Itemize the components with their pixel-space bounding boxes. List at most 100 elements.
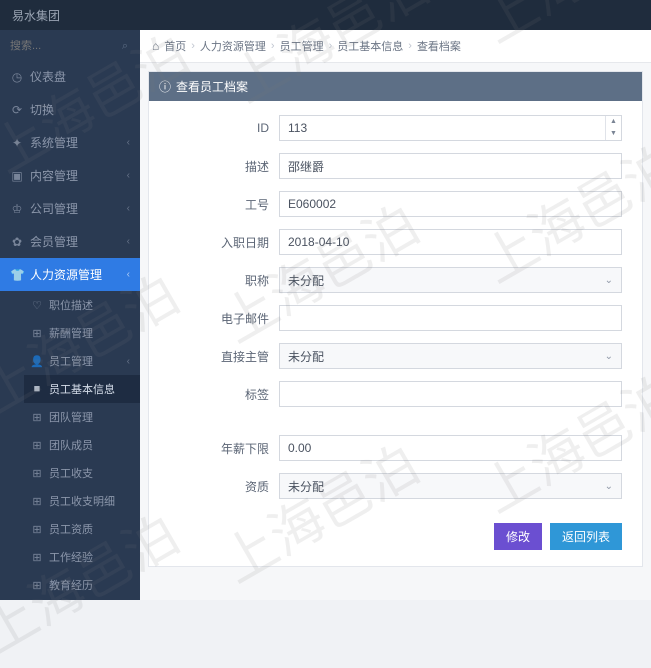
sidebar-sub-employee-basic[interactable]: ■ 员工基本信息 xyxy=(24,375,140,403)
grid-icon: ⊞ xyxy=(30,327,44,340)
sidebar-sub-team[interactable]: ⊞ 团队管理 xyxy=(24,403,140,431)
sidebar-item-switch[interactable]: ⟳ 切换 xyxy=(0,93,140,126)
select-supervisor[interactable]: 未分配 ⌄ xyxy=(279,343,622,369)
info-icon: ⓘ xyxy=(159,78,171,95)
form-row-email: 电子邮件 xyxy=(169,305,622,331)
sidebar-sub-qualification[interactable]: ⊞ 员工资质 xyxy=(24,515,140,543)
select-title[interactable]: 未分配 ⌄ xyxy=(279,267,622,293)
sidebar-item-member[interactable]: ✿ 会员管理 ‹ xyxy=(0,225,140,258)
label-desc: 描述 xyxy=(169,158,279,175)
chevron-down-icon: ⌄ xyxy=(605,351,613,362)
breadcrumb-item[interactable]: 员工基本信息 xyxy=(337,38,403,54)
grid-icon: ⊞ xyxy=(30,495,44,508)
home-icon[interactable]: ⌂ xyxy=(152,39,159,53)
switch-icon: ⟳ xyxy=(10,103,24,117)
button-row: 修改 返回列表 xyxy=(169,511,622,550)
input-tag[interactable] xyxy=(279,381,622,407)
grid-icon: ⊞ xyxy=(30,467,44,480)
input-id[interactable]: 113 ▲▼ xyxy=(279,115,622,141)
sidebar-item-label: 员工基本信息 xyxy=(49,381,115,397)
sidebar-sub-jobdesc[interactable]: ♡ 职位描述 xyxy=(24,291,140,319)
sidebar-item-label: 工作经验 xyxy=(49,549,93,565)
grid-icon: ⊞ xyxy=(30,439,44,452)
sidebar-sub-education[interactable]: ⊞ 教育经历 xyxy=(24,571,140,599)
sidebar-item-dashboard[interactable]: ◷ 仪表盘 xyxy=(0,60,140,93)
sidebar-sub-hr: ♡ 职位描述 ⊞ 薪酬管理 👤 员工管理 ‹ ■ 员工基本信息 ⊞ 团队管理 ⊞ xyxy=(0,291,140,600)
breadcrumb: ⌂ 首页 › 人力资源管理 › 员工管理 › 员工基本信息 › 查看档案 xyxy=(140,30,651,63)
sidebar-item-label: 公司管理 xyxy=(30,200,78,217)
panel: ⓘ 查看员工档案 ID 113 ▲▼ 描述 工号 xyxy=(148,71,643,567)
select-qual[interactable]: 未分配 ⌄ xyxy=(279,473,622,499)
label-email: 电子邮件 xyxy=(169,310,279,327)
sidebar-item-hr[interactable]: 👕 人力资源管理 ‹ xyxy=(0,258,140,291)
breadcrumb-home[interactable]: 首页 xyxy=(164,38,186,54)
heart-icon: ♡ xyxy=(30,299,44,312)
sidebar-sub-employee[interactable]: 👤 员工管理 ‹ xyxy=(24,347,140,375)
spin-down-icon[interactable]: ▼ xyxy=(606,128,621,140)
form-row-title: 职称 未分配 ⌄ xyxy=(169,267,622,293)
form-row-id: ID 113 ▲▼ xyxy=(169,115,622,141)
label-tag: 标签 xyxy=(169,386,279,403)
brand-title: 易水集团 xyxy=(12,7,60,24)
input-hiredate[interactable] xyxy=(279,229,622,255)
select-supervisor-value: 未分配 xyxy=(288,348,324,365)
label-empno: 工号 xyxy=(169,196,279,213)
chevron-down-icon: ⌄ xyxy=(605,275,613,286)
sidebar: ⌕ ◷ 仪表盘 ⟳ 切换 ✦ 系统管理 ‹ ▣ 内容管理 ‹ ♔ 公司管理 ‹ … xyxy=(0,30,140,600)
chevron-left-icon: ‹ xyxy=(127,170,130,181)
sidebar-item-label: 会员管理 xyxy=(30,233,78,250)
panel-body: ID 113 ▲▼ 描述 工号 入职日期 xyxy=(149,101,642,566)
square-icon: ■ xyxy=(30,383,44,395)
sidebar-item-label: 团队成员 xyxy=(49,437,93,453)
form-row-qual: 资质 未分配 ⌄ xyxy=(169,473,622,499)
sidebar-sub-team-member[interactable]: ⊞ 团队成员 xyxy=(24,431,140,459)
sidebar-item-label: 人力资源管理 xyxy=(30,266,102,283)
chevron-left-icon: ‹ xyxy=(127,203,130,214)
sidebar-item-label: 教育经历 xyxy=(49,577,93,593)
dashboard-icon: ◷ xyxy=(10,70,24,84)
select-title-value: 未分配 xyxy=(288,272,324,289)
sidebar-item-company[interactable]: ♔ 公司管理 ‹ xyxy=(0,192,140,225)
breadcrumb-item[interactable]: 员工管理 xyxy=(280,38,324,54)
content-icon: ▣ xyxy=(10,169,24,183)
sidebar-sub-experience[interactable]: ⊞ 工作经验 xyxy=(24,543,140,571)
input-id-value: 113 xyxy=(280,121,605,135)
grid-icon: ⊞ xyxy=(30,523,44,536)
system-icon: ✦ xyxy=(10,136,24,150)
search-input[interactable] xyxy=(10,40,130,52)
sidebar-item-label: 团队管理 xyxy=(49,409,93,425)
main-content: ⌂ 首页 › 人力资源管理 › 员工管理 › 员工基本信息 › 查看档案 ⓘ 查… xyxy=(140,30,651,600)
edit-button[interactable]: 修改 xyxy=(494,523,542,550)
sidebar-item-content[interactable]: ▣ 内容管理 ‹ xyxy=(0,159,140,192)
sidebar-item-label: 员工资质 xyxy=(49,521,93,537)
chevron-left-icon: ‹ xyxy=(127,269,130,280)
form-row-empno: 工号 xyxy=(169,191,622,217)
form-row-desc: 描述 xyxy=(169,153,622,179)
sidebar-item-label: 员工管理 xyxy=(49,353,93,369)
form-row-salary: 年薪下限 xyxy=(169,435,622,461)
input-email[interactable] xyxy=(279,305,622,331)
search-icon[interactable]: ⌕ xyxy=(122,40,128,53)
sidebar-item-label: 仪表盘 xyxy=(30,68,66,85)
sidebar-sub-income[interactable]: ⊞ 员工收支 xyxy=(24,459,140,487)
number-spinner[interactable]: ▲▼ xyxy=(605,116,621,140)
chevron-left-icon: ‹ xyxy=(127,236,130,247)
panel-header: ⓘ 查看员工档案 xyxy=(149,72,642,101)
sidebar-sub-income-detail[interactable]: ⊞ 员工收支明细 xyxy=(24,487,140,515)
sidebar-sub-salary[interactable]: ⊞ 薪酬管理 xyxy=(24,319,140,347)
input-desc[interactable] xyxy=(279,153,622,179)
sidebar-item-system[interactable]: ✦ 系统管理 ‹ xyxy=(0,126,140,159)
sidebar-item-label: 职位描述 xyxy=(49,297,93,313)
panel-title: 查看员工档案 xyxy=(176,78,248,95)
label-id: ID xyxy=(169,121,279,135)
sidebar-search: ⌕ xyxy=(0,30,140,60)
back-button[interactable]: 返回列表 xyxy=(550,523,622,550)
input-empno[interactable] xyxy=(279,191,622,217)
topbar: 易水集团 xyxy=(0,0,651,30)
breadcrumb-sep: › xyxy=(408,40,412,52)
breadcrumb-item[interactable]: 人力资源管理 xyxy=(200,38,266,54)
spin-up-icon[interactable]: ▲ xyxy=(606,116,621,128)
input-salary[interactable] xyxy=(279,435,622,461)
company-icon: ♔ xyxy=(10,202,24,216)
chevron-down-icon: ⌄ xyxy=(605,481,613,492)
